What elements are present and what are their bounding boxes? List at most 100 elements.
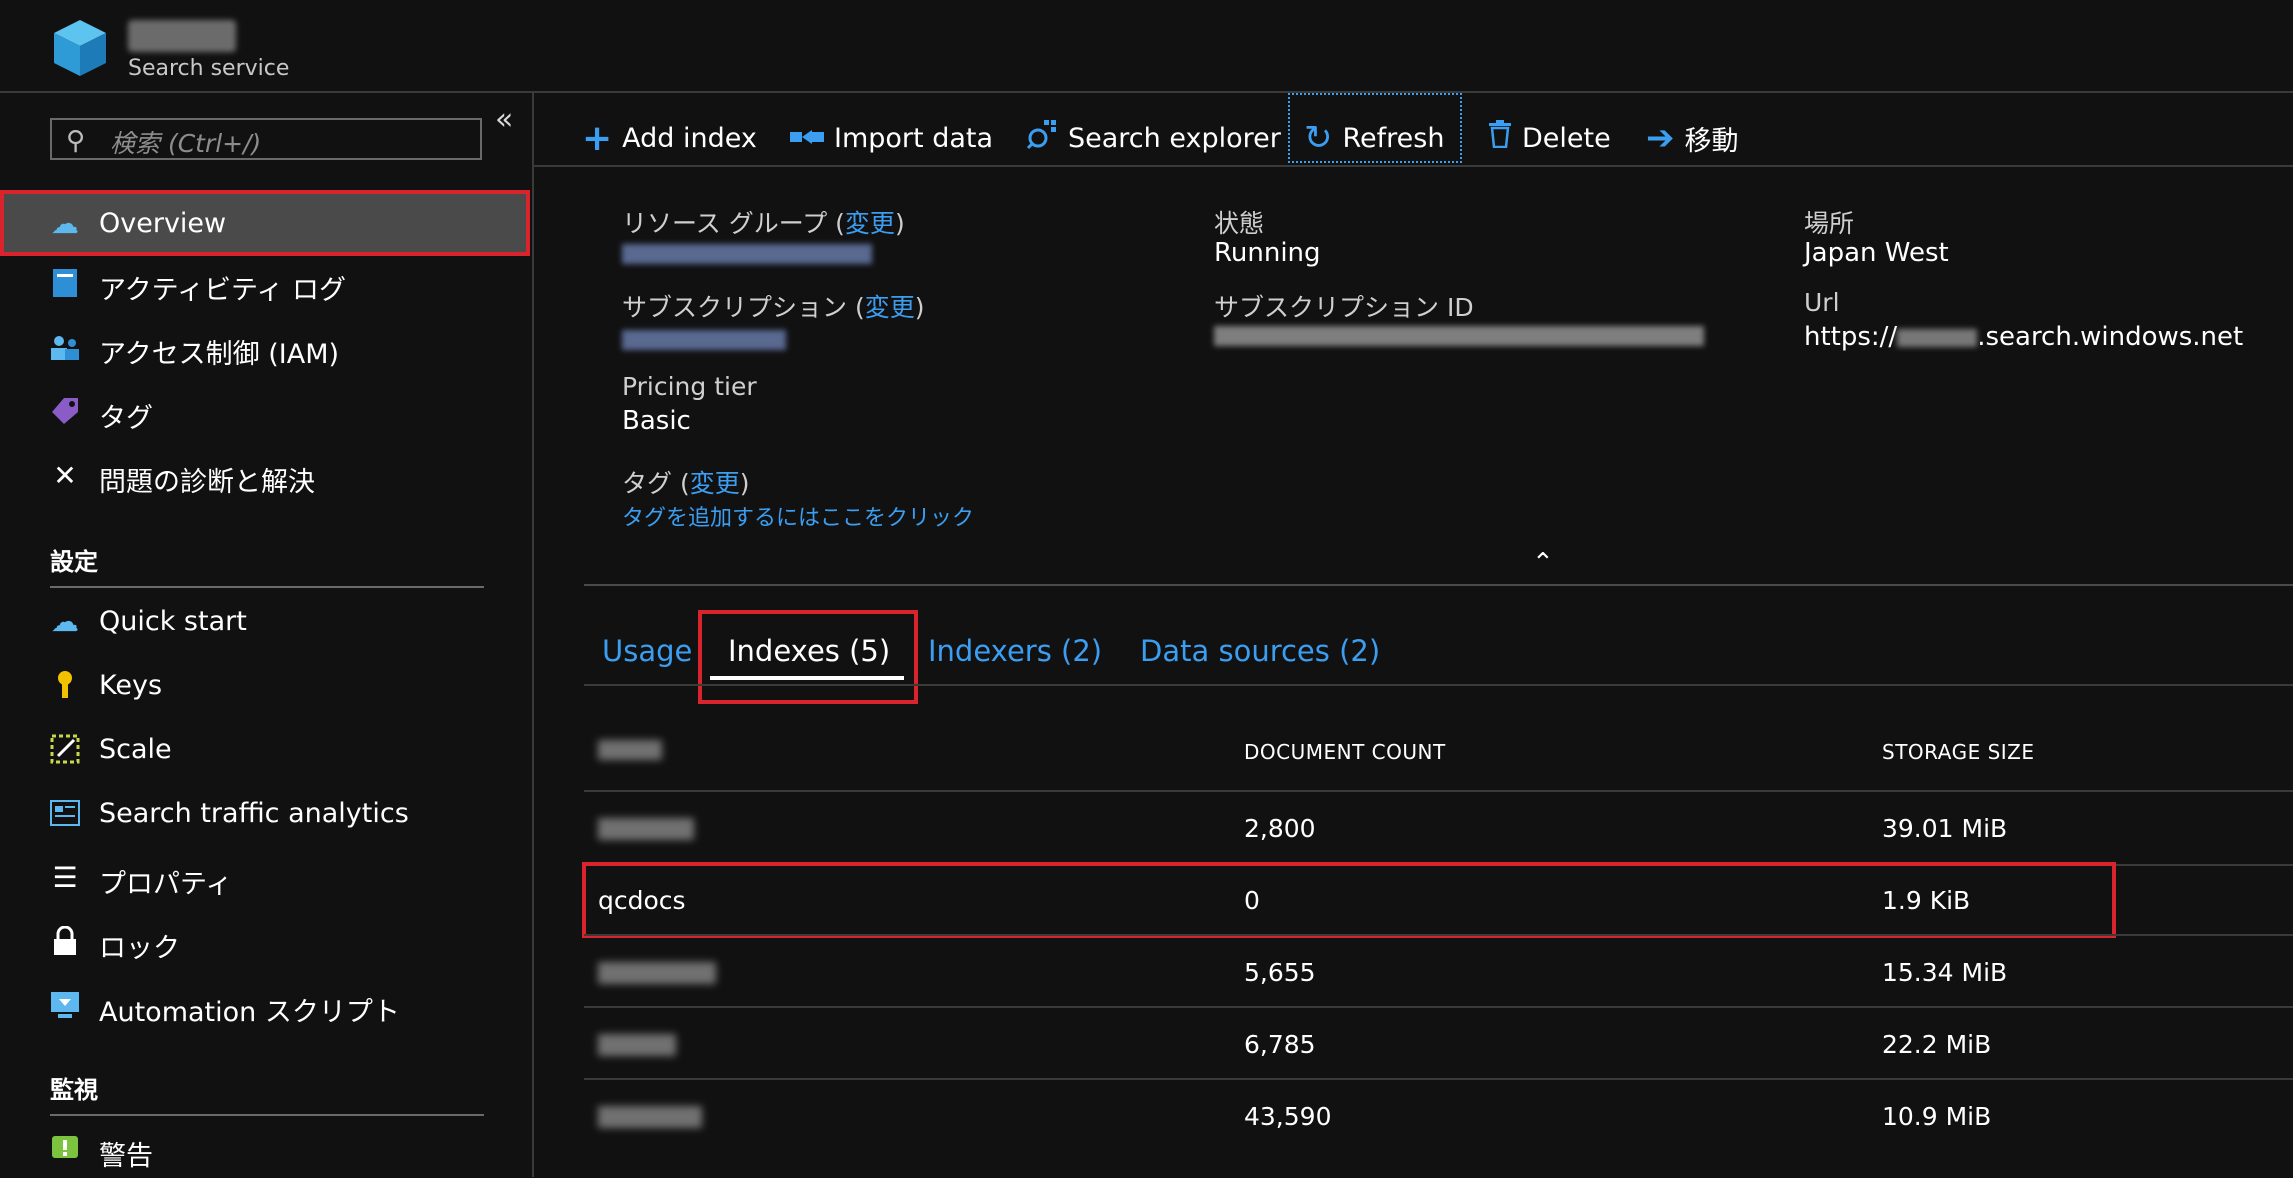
index-name-redacted[interactable] (598, 818, 694, 840)
sidebar-item-label: アクティビティ ログ (99, 275, 346, 306)
sidebar-item-overview[interactable]: ☁ Overview (0, 190, 530, 256)
top-header (0, 0, 2293, 93)
tags-change-link[interactable]: 変更 (690, 469, 740, 498)
sidebar-item-label: Quick start (99, 606, 247, 637)
sidebar-item-alerts[interactable]: 警告 (0, 1122, 532, 1178)
import-data-label: Import data (834, 122, 994, 154)
key-icon (48, 668, 82, 702)
tab-indexers[interactable]: Indexers (2) (928, 634, 1102, 668)
sidebar-item-automation[interactable]: Automation スクリプト (0, 978, 532, 1034)
column-header-storage-size: STORAGE SIZE (1882, 740, 2035, 764)
add-tags-link[interactable]: タグを追加するにはここをクリック (622, 500, 974, 532)
sidebar-item-label: ロック (99, 933, 180, 964)
tags-label: タグ (変更) (622, 469, 750, 498)
sidebar-item-label: Overview (99, 208, 227, 239)
alert-icon (48, 1132, 82, 1166)
pricing-tier-value: Basic (622, 406, 691, 436)
subscription-id-label: サブスクリプション ID (1214, 293, 1474, 322)
add-index-button[interactable]: + Add index (582, 112, 757, 164)
sidebar-item-traffic-analytics[interactable]: Search traffic analytics (0, 786, 532, 842)
move-button[interactable]: ➔ 移動 (1646, 112, 1739, 164)
index-name-redacted[interactable] (598, 1106, 702, 1128)
sidebar-item-label: Automation スクリプト (99, 997, 400, 1028)
service-name-redacted (128, 20, 236, 52)
delete-button[interactable]: Delete (1488, 112, 1611, 164)
table-row-divider (584, 790, 2293, 792)
sidebar-item-label: Scale (99, 734, 172, 765)
sidebar-item-diagnose[interactable]: ✕ 問題の診断と解決 (0, 448, 532, 504)
sidebar-item-activity-log[interactable]: アクティビティ ログ (0, 256, 532, 312)
url-value: https://.search.windows.net (1804, 322, 2244, 352)
sidebar-item-properties[interactable]: ☰ プロパティ (0, 850, 532, 906)
sidebar-item-quick-start[interactable]: ☁ Quick start (0, 594, 532, 650)
import-data-button[interactable]: Import data (790, 112, 993, 164)
row-highlight-box (582, 862, 2116, 938)
analytics-icon (48, 796, 82, 830)
sidebar-item-iam[interactable]: アクセス制御 (IAM) (0, 320, 532, 376)
subscription-change-link[interactable]: 変更 (865, 293, 915, 322)
status-value: Running (1214, 238, 1321, 268)
section-divider (50, 586, 484, 588)
table-row-divider (584, 934, 2293, 936)
refresh-button[interactable]: ↻ Refresh (1304, 112, 1444, 164)
sidebar-item-lock[interactable]: ロック (0, 914, 532, 970)
tab-data-sources[interactable]: Data sources (2) (1140, 634, 1380, 668)
subscription-id-value-redacted (1214, 326, 1704, 346)
tabs-divider (584, 684, 2293, 686)
resource-group-change-link[interactable]: 変更 (845, 209, 895, 238)
sidebar-item-label: 警告 (99, 1141, 153, 1172)
sidebar-item-label: アクセス制御 (IAM) (99, 339, 340, 370)
table-cell-count: 2,800 (1244, 814, 1316, 843)
table-cell-size: 22.2 MiB (1882, 1030, 1992, 1059)
collapse-sidebar-icon[interactable]: « (495, 102, 513, 137)
cloud-icon: ☁ (51, 604, 79, 638)
refresh-label: Refresh (1342, 122, 1445, 154)
section-monitoring-header: 監視 (50, 1076, 98, 1104)
location-value: Japan West (1804, 238, 1949, 268)
column-header-document-count: DOCUMENT COUNT (1244, 740, 1446, 764)
tag-icon (48, 394, 82, 428)
sidebar-item-label: プロパティ (99, 869, 233, 900)
wrench-icon: ✕ (53, 458, 77, 492)
move-label: 移動 (1684, 125, 1739, 157)
table-cell-count: 5,655 (1244, 958, 1316, 987)
tab-highlight-box (698, 610, 918, 704)
essentials-divider (584, 584, 2293, 586)
resource-group-value-redacted[interactable] (622, 244, 872, 264)
table-row-divider (584, 1078, 2293, 1080)
column-header-name-redacted (598, 740, 662, 760)
sidebar-item-tags[interactable]: タグ (0, 384, 532, 440)
tab-usage[interactable]: Usage (602, 634, 692, 668)
sidebar-item-keys[interactable]: Keys (0, 658, 532, 714)
table-cell-size: 39.01 MiB (1882, 814, 2008, 843)
scale-icon (48, 732, 82, 766)
url-host-redacted (1897, 328, 1978, 347)
table-cell-count: 6,785 (1244, 1030, 1316, 1059)
search-explorer-button[interactable]: Search explorer (1026, 112, 1281, 164)
status-label: 状態 (1214, 209, 1265, 238)
trash-icon (1488, 120, 1512, 156)
search-explorer-label: Search explorer (1068, 122, 1281, 154)
subscription-value-redacted[interactable] (622, 330, 786, 350)
table-cell-size: 10.9 MiB (1882, 1102, 1992, 1131)
add-index-label: Add index (622, 122, 757, 154)
lock-icon (48, 924, 82, 958)
search-placeholder: 検索 (Ctrl+/) (110, 129, 262, 158)
activity-log-icon (48, 266, 82, 300)
index-name-redacted[interactable] (598, 1034, 676, 1056)
service-type-label: Search service (128, 56, 290, 81)
search-icon: ⚲ (66, 126, 86, 156)
collapse-essentials-icon[interactable]: ⌃ (1532, 548, 1554, 578)
sidebar-item-label: タグ (99, 403, 153, 434)
cloud-search-icon: ☁ (51, 206, 79, 240)
import-data-icon (790, 121, 824, 156)
sidebar-item-label: 問題の診断と解決 (99, 467, 315, 498)
index-name-redacted[interactable] (598, 962, 716, 984)
sidebar-item-label: Search traffic analytics (99, 798, 409, 829)
sidebar-item-scale[interactable]: Scale (0, 722, 532, 778)
delete-label: Delete (1522, 122, 1611, 154)
url-label: Url (1804, 288, 1840, 317)
search-explorer-icon (1026, 118, 1058, 158)
download-icon (48, 988, 82, 1022)
resource-group-label: リソース グループ (変更) (622, 209, 905, 238)
